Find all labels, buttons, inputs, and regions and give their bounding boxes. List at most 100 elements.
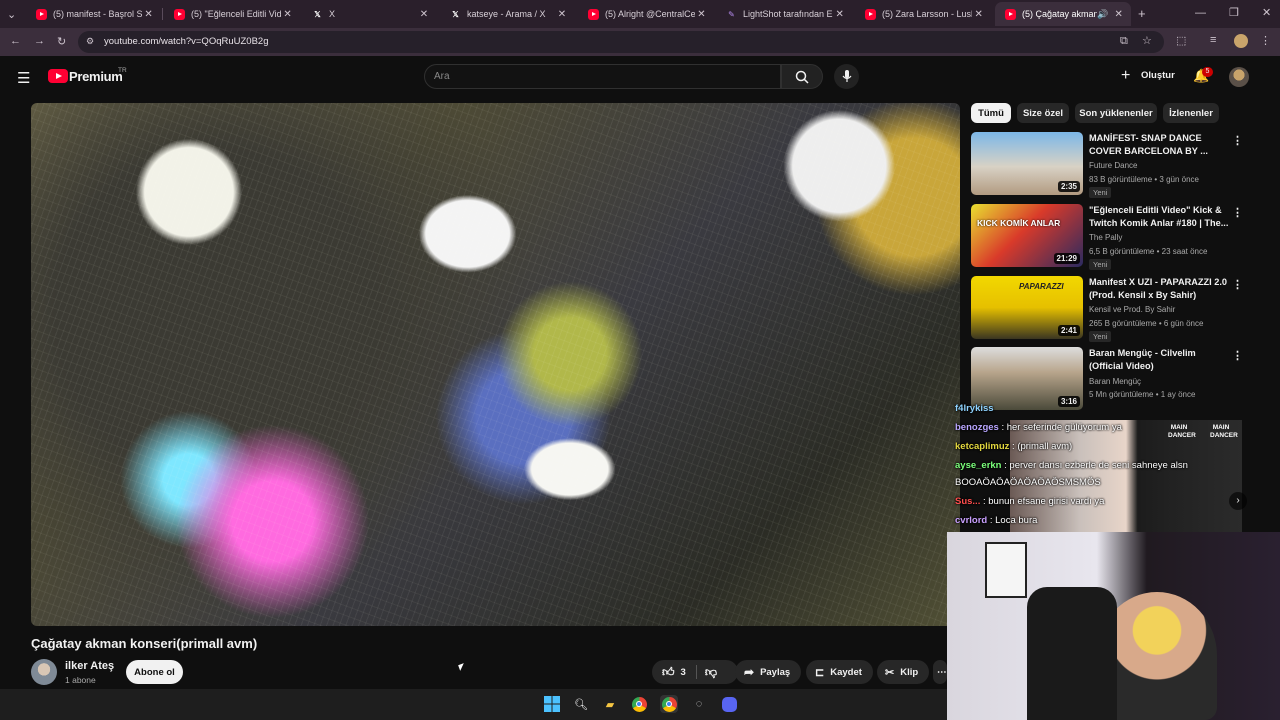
recommendation-title[interactable]: Manifest X UZI - PAPARAZZI 2.0 (Prod. Ke… (1089, 276, 1229, 301)
lightshot-icon: ✎ (728, 9, 735, 19)
tab-8-active[interactable]: (5) Çağatay akman ko... 🔊 ✕ (995, 2, 1131, 26)
share-label: Paylaş (760, 666, 791, 678)
channel-name[interactable]: ilker Ateş (65, 660, 114, 672)
taskbar-search-icon[interactable]: 🔍︎ (572, 695, 590, 713)
back-icon[interactable]: ← (10, 35, 21, 47)
like-dislike-group: 👍︎ 3 👎︎ (652, 660, 738, 684)
audio-icon[interactable]: 🔊 (1097, 9, 1108, 20)
share-button[interactable]: ➦ Paylaş (735, 660, 801, 684)
tab-divider (162, 8, 163, 20)
create-icon[interactable]: + (1121, 67, 1130, 85)
search-button[interactable] (781, 64, 823, 89)
obs-icon[interactable]: ◌ (690, 695, 708, 713)
tab-title: (5) Çağatay akman ko... (1022, 9, 1098, 19)
menu-icon[interactable]: ⋮ (1260, 34, 1271, 47)
profile-avatar[interactable] (1234, 34, 1248, 48)
url-text[interactable]: youtube.com/watch?v=QOqRuUZ0B2g (104, 36, 269, 47)
tab-5[interactable]: (5) Alright @CentralCee -... ✕ (578, 2, 714, 26)
close-icon[interactable]: ✕ (972, 9, 985, 20)
channel-avatar[interactable] (31, 659, 57, 685)
gaming-chair (1027, 587, 1117, 720)
clip-button[interactable]: ✂ Klip (877, 660, 929, 684)
video-thumbnail[interactable]: 2:35 (971, 132, 1083, 195)
tab-title: LightShot tarafından Ekran... (743, 9, 833, 19)
close-window-icon[interactable]: ✕ (1262, 6, 1271, 19)
wall-poster (985, 542, 1027, 598)
recommendation-channel[interactable]: Kensil ve Prod. By Sahir (1089, 305, 1175, 314)
more-options-icon[interactable]: ⋮ (1232, 134, 1243, 147)
hamburger-icon[interactable]: ☰ (17, 69, 30, 87)
recommendation-title[interactable]: Baran Mengüç - Cilvelim (Official Video) (1089, 347, 1229, 372)
recommendation-item[interactable]: PAPARAZZI 2:41 Manifest X UZI - PAPARAZZ… (971, 276, 1261, 342)
windows-taskbar (0, 689, 947, 720)
extensions-icon[interactable]: ⬚ (1176, 34, 1186, 47)
close-icon[interactable]: ✕ (1112, 9, 1125, 20)
tab-search-icon[interactable]: ⌄ (7, 8, 16, 21)
recommendation-channel[interactable]: The Pally (1089, 233, 1122, 242)
recommendation-channel[interactable]: Baran Mengüç (1089, 377, 1141, 386)
video-player[interactable] (31, 103, 960, 626)
chip-all[interactable]: Tümü (971, 103, 1011, 123)
tab-1[interactable]: (5) manifest - Başrol Sens... ✕ (26, 2, 161, 26)
chat-text: Loca bura (995, 515, 1038, 526)
chrome-active-icon[interactable] (660, 695, 678, 713)
recommendation-title[interactable]: "Eğlenceli Editli Video" Kick & Twitch K… (1089, 204, 1229, 229)
clip-label: Klip (900, 666, 919, 678)
like-icon[interactable]: 👍︎ (662, 665, 675, 680)
recommendation-item[interactable]: KICK KOMİK ANLAR 21:29 "Eğlenceli Editli… (971, 204, 1261, 270)
reload-icon[interactable]: ↻ (57, 35, 66, 48)
chip-for-you[interactable]: Size özel (1017, 103, 1069, 123)
close-icon[interactable]: ✕ (416, 9, 432, 20)
maximize-icon[interactable]: ❐ (1229, 6, 1239, 19)
chip-watched[interactable]: İzlenenler (1163, 103, 1219, 123)
chat-text: BOOAÖAÖAÖAÖAÖAÖSMSMÖS (955, 477, 1101, 488)
site-info-icon[interactable]: ⚙ (86, 36, 94, 47)
more-actions-button[interactable]: ⋯ (933, 660, 947, 684)
close-icon[interactable]: ✕ (281, 9, 294, 20)
tab-7[interactable]: (5) Zara Larsson - Lush Lif... ✕ (855, 2, 991, 26)
tab-3[interactable]: 𝕏 X ✕ (302, 2, 438, 26)
recommendation-channel[interactable]: Future Dance (1089, 161, 1137, 170)
more-options-icon[interactable]: ⋮ (1232, 206, 1243, 219)
close-icon[interactable]: ✕ (833, 9, 846, 20)
thumbnail-text: PAPARAZZI (1019, 282, 1064, 291)
recommendation-item[interactable]: 2:35 MANİFEST- SNAP DANCE COVER BARCELON… (971, 132, 1261, 198)
premium-logo-text[interactable]: Premium (69, 69, 123, 84)
chrome-icon[interactable] (630, 695, 648, 713)
tab-6[interactable]: ✎ LightShot tarafından Ekran... ✕ (716, 2, 852, 26)
video-thumbnail[interactable]: PAPARAZZI 2:41 (971, 276, 1083, 339)
bookmark-star-icon[interactable]: ☆ (1142, 34, 1152, 47)
divider (695, 665, 697, 679)
x-icon: 𝕏 (314, 9, 321, 19)
file-explorer-icon[interactable]: ▰ (601, 695, 619, 713)
save-button[interactable]: ⊏ Kaydet (806, 660, 873, 684)
chip-recent[interactable]: Son yüklenenler (1075, 103, 1157, 123)
discord-icon[interactable] (720, 695, 738, 713)
youtube-logo-icon[interactable] (48, 69, 68, 83)
tab-title: (5) manifest - Başrol Sens... (53, 9, 143, 19)
windows-start-icon[interactable] (543, 695, 561, 713)
more-options-icon[interactable]: ⋮ (1232, 349, 1243, 362)
create-button[interactable]: Oluştur (1141, 70, 1175, 81)
account-avatar[interactable] (1229, 67, 1249, 87)
more-options-icon[interactable]: ⋮ (1232, 278, 1243, 291)
minimize-icon[interactable]: — (1195, 7, 1206, 19)
search-input[interactable]: Ara (424, 64, 781, 89)
subscribe-button[interactable]: Abone ol (126, 660, 183, 684)
like-count[interactable]: 3 (681, 667, 686, 678)
dislike-icon[interactable]: 👎︎ (705, 665, 717, 680)
recommendation-title[interactable]: MANİFEST- SNAP DANCE COVER BARCELONA BY … (1089, 132, 1229, 157)
close-icon[interactable]: ✕ (142, 9, 155, 20)
tab-4[interactable]: 𝕏 katseye - Arama / X ✕ (440, 2, 576, 26)
tab-2[interactable]: (5) "Eğlenceli Editli Video"... ✕ (164, 2, 300, 26)
tab-title: (5) "Eğlenceli Editli Video"... (191, 9, 282, 19)
new-tab-button[interactable]: + (1138, 6, 1146, 21)
video-thumbnail[interactable]: KICK KOMİK ANLAR 21:29 (971, 204, 1083, 267)
close-icon[interactable]: ✕ (695, 9, 708, 20)
voice-search-button[interactable] (834, 64, 859, 89)
reading-list-icon[interactable]: ≡ (1210, 34, 1216, 46)
cast-icon[interactable]: ⧉ (1120, 35, 1128, 48)
chevron-right-icon[interactable]: › (1229, 492, 1247, 510)
forward-icon[interactable]: → (34, 35, 45, 47)
close-icon[interactable]: ✕ (554, 9, 570, 20)
